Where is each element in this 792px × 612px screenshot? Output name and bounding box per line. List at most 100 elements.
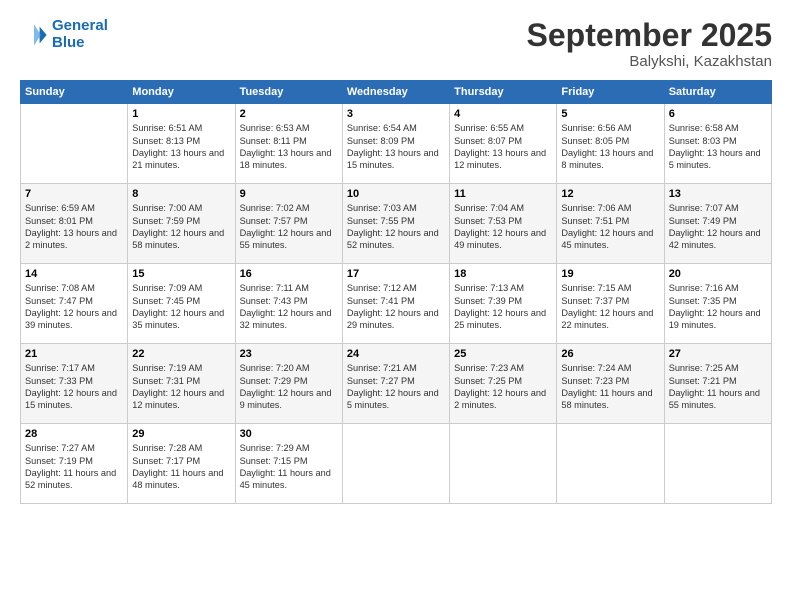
day-number: 27: [669, 348, 767, 360]
day-info: Sunrise: 7:03 AM Sunset: 7:55 PM Dayligh…: [347, 202, 445, 252]
day-cell: 9 Sunrise: 7:02 AM Sunset: 7:57 PM Daylig…: [235, 184, 342, 264]
logo: General Blue: [20, 18, 108, 51]
day-number: 19: [561, 268, 659, 280]
day-cell: 19Sunrise: 7:15 AM Sunset: 7:37 PM Dayli…: [557, 264, 664, 344]
day-cell: 22 Sunrise: 7:19 AM Sunset: 7:31 PM Dayli…: [128, 344, 235, 424]
day-cell: 23Sunrise: 7:20 AM Sunset: 7:29 PM Dayli…: [235, 344, 342, 424]
logo-line1: General: [52, 17, 108, 34]
day-info: Sunrise: 7:09 AM Sunset: 7:45 PM Dayligh…: [132, 282, 230, 332]
weekday-monday: Monday: [128, 81, 235, 104]
weekday-sunday: Sunday: [21, 81, 128, 104]
day-info: Sunrise: 7:23 AM Sunset: 7:25 PM Dayligh…: [454, 362, 552, 412]
day-info: Sunrise: 6:55 AM Sunset: 8:07 PM Dayligh…: [454, 122, 552, 172]
day-number: 21: [25, 348, 123, 360]
day-cell: 26 Sunrise: 7:24 AM Sunset: 7:23 PM Dayli…: [557, 344, 664, 424]
day-info: Sunrise: 7:12 AM Sunset: 7:41 PM Dayligh…: [347, 282, 445, 332]
week-row-5: 28Sunrise: 7:27 AM Sunset: 7:19 PM Dayli…: [21, 424, 772, 504]
day-number: 1: [132, 108, 230, 120]
title-block: September 2025 Balykshi, Kazakhstan: [527, 18, 772, 70]
weekday-thursday: Thursday: [450, 81, 557, 104]
day-cell: 2 Sunrise: 6:53 AM Sunset: 8:11 PM Daylig…: [235, 104, 342, 184]
day-info: Sunrise: 7:21 AM Sunset: 7:27 PM Dayligh…: [347, 362, 445, 412]
calendar-body: 1 Sunrise: 6:51 AM Sunset: 8:13 PM Daylig…: [21, 104, 772, 504]
day-number: 17: [347, 268, 445, 280]
day-number: 18: [454, 268, 552, 280]
day-number: 29: [132, 428, 230, 440]
day-cell: [450, 424, 557, 504]
week-row-3: 14Sunrise: 7:08 AM Sunset: 7:47 PM Dayli…: [21, 264, 772, 344]
day-cell: 28Sunrise: 7:27 AM Sunset: 7:19 PM Dayli…: [21, 424, 128, 504]
calendar-table: SundayMondayTuesdayWednesdayThursdayFrid…: [20, 80, 772, 504]
location: Balykshi, Kazakhstan: [527, 53, 772, 70]
day-info: Sunrise: 7:16 AM Sunset: 7:35 PM Dayligh…: [669, 282, 767, 332]
day-cell: 4Sunrise: 6:55 AM Sunset: 8:07 PM Daylig…: [450, 104, 557, 184]
header: General Blue September 2025 Balykshi, Ka…: [20, 18, 772, 70]
day-number: 3: [347, 108, 445, 120]
day-info: Sunrise: 7:02 AM Sunset: 7:57 PM Dayligh…: [240, 202, 338, 252]
day-number: 13: [669, 188, 767, 200]
day-cell: 15 Sunrise: 7:09 AM Sunset: 7:45 PM Dayli…: [128, 264, 235, 344]
day-number: 16: [240, 268, 338, 280]
day-info: Sunrise: 7:28 AM Sunset: 7:17 PM Dayligh…: [132, 442, 230, 492]
day-number: 20: [669, 268, 767, 280]
day-info: Sunrise: 6:53 AM Sunset: 8:11 PM Dayligh…: [240, 122, 338, 172]
day-info: Sunrise: 7:19 AM Sunset: 7:31 PM Dayligh…: [132, 362, 230, 412]
day-info: Sunrise: 7:07 AM Sunset: 7:49 PM Dayligh…: [669, 202, 767, 252]
day-cell: 18 Sunrise: 7:13 AM Sunset: 7:39 PM Dayli…: [450, 264, 557, 344]
calendar-header: SundayMondayTuesdayWednesdayThursdayFrid…: [21, 81, 772, 104]
day-info: Sunrise: 7:29 AM Sunset: 7:15 PM Dayligh…: [240, 442, 338, 492]
day-info: Sunrise: 7:13 AM Sunset: 7:39 PM Dayligh…: [454, 282, 552, 332]
day-cell: 5Sunrise: 6:56 AM Sunset: 8:05 PM Daylig…: [557, 104, 664, 184]
day-info: Sunrise: 7:24 AM Sunset: 7:23 PM Dayligh…: [561, 362, 659, 412]
day-cell: [342, 424, 449, 504]
weekday-friday: Friday: [557, 81, 664, 104]
day-number: 14: [25, 268, 123, 280]
day-info: Sunrise: 6:54 AM Sunset: 8:09 PM Dayligh…: [347, 122, 445, 172]
day-info: Sunrise: 7:27 AM Sunset: 7:19 PM Dayligh…: [25, 442, 123, 492]
logo-text: General Blue: [52, 18, 108, 51]
weekday-saturday: Saturday: [664, 81, 771, 104]
day-cell: 29 Sunrise: 7:28 AM Sunset: 7:17 PM Dayli…: [128, 424, 235, 504]
day-number: 23: [240, 348, 338, 360]
day-number: 6: [669, 108, 767, 120]
day-cell: 6 Sunrise: 6:58 AM Sunset: 8:03 PM Daylig…: [664, 104, 771, 184]
day-number: 30: [240, 428, 338, 440]
day-cell: 17 Sunrise: 7:12 AM Sunset: 7:41 PM Dayli…: [342, 264, 449, 344]
day-info: Sunrise: 6:58 AM Sunset: 8:03 PM Dayligh…: [669, 122, 767, 172]
day-number: 15: [132, 268, 230, 280]
day-number: 26: [561, 348, 659, 360]
day-number: 24: [347, 348, 445, 360]
week-row-1: 1 Sunrise: 6:51 AM Sunset: 8:13 PM Daylig…: [21, 104, 772, 184]
day-info: Sunrise: 7:04 AM Sunset: 7:53 PM Dayligh…: [454, 202, 552, 252]
day-number: 5: [561, 108, 659, 120]
day-cell: 12Sunrise: 7:06 AM Sunset: 7:51 PM Dayli…: [557, 184, 664, 264]
day-number: 12: [561, 188, 659, 200]
day-number: 25: [454, 348, 552, 360]
logo-icon: [20, 21, 48, 49]
day-info: Sunrise: 6:51 AM Sunset: 8:13 PM Dayligh…: [132, 122, 230, 172]
day-cell: 8Sunrise: 7:00 AM Sunset: 7:59 PM Daylig…: [128, 184, 235, 264]
week-row-4: 21Sunrise: 7:17 AM Sunset: 7:33 PM Dayli…: [21, 344, 772, 424]
day-cell: 24 Sunrise: 7:21 AM Sunset: 7:27 PM Dayli…: [342, 344, 449, 424]
day-cell: 3 Sunrise: 6:54 AM Sunset: 8:09 PM Daylig…: [342, 104, 449, 184]
day-info: Sunrise: 7:25 AM Sunset: 7:21 PM Dayligh…: [669, 362, 767, 412]
day-cell: 27 Sunrise: 7:25 AM Sunset: 7:21 PM Dayli…: [664, 344, 771, 424]
day-cell: 25 Sunrise: 7:23 AM Sunset: 7:25 PM Dayli…: [450, 344, 557, 424]
day-number: 2: [240, 108, 338, 120]
month-title: September 2025: [527, 18, 772, 53]
weekday-header-row: SundayMondayTuesdayWednesdayThursdayFrid…: [21, 81, 772, 104]
day-info: Sunrise: 7:11 AM Sunset: 7:43 PM Dayligh…: [240, 282, 338, 332]
day-info: Sunrise: 7:00 AM Sunset: 7:59 PM Dayligh…: [132, 202, 230, 252]
day-cell: 11Sunrise: 7:04 AM Sunset: 7:53 PM Dayli…: [450, 184, 557, 264]
day-cell: [21, 104, 128, 184]
day-cell: 1 Sunrise: 6:51 AM Sunset: 8:13 PM Daylig…: [128, 104, 235, 184]
day-cell: 21Sunrise: 7:17 AM Sunset: 7:33 PM Dayli…: [21, 344, 128, 424]
day-info: Sunrise: 6:59 AM Sunset: 8:01 PM Dayligh…: [25, 202, 123, 252]
day-cell: 14Sunrise: 7:08 AM Sunset: 7:47 PM Dayli…: [21, 264, 128, 344]
day-number: 9: [240, 188, 338, 200]
day-cell: 7Sunrise: 6:59 AM Sunset: 8:01 PM Daylig…: [21, 184, 128, 264]
weekday-tuesday: Tuesday: [235, 81, 342, 104]
day-cell: 13 Sunrise: 7:07 AM Sunset: 7:49 PM Dayli…: [664, 184, 771, 264]
day-number: 22: [132, 348, 230, 360]
week-row-2: 7Sunrise: 6:59 AM Sunset: 8:01 PM Daylig…: [21, 184, 772, 264]
